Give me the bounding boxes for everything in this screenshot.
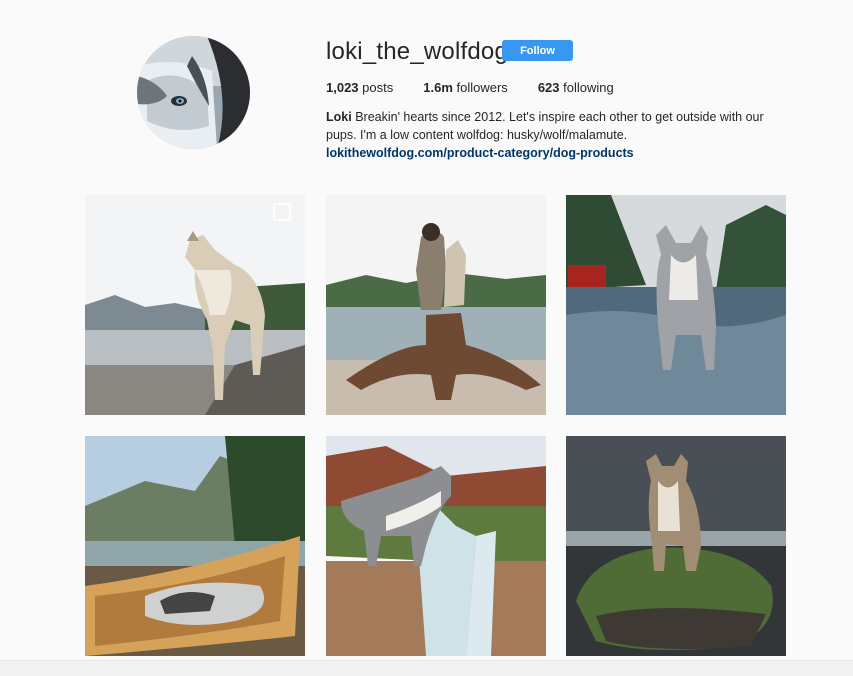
post-thumbnail[interactable]: [85, 436, 305, 656]
bio-text: Breakin' hearts since 2012. Let's inspir…: [326, 110, 764, 142]
profile-stats: 1,023 posts 1.6m followers 623 following: [326, 80, 644, 95]
bottom-bar: [0, 660, 853, 676]
following-label: following: [563, 80, 614, 95]
multiple-photos-icon: [273, 203, 291, 221]
post-thumbnail[interactable]: [326, 436, 546, 656]
post-thumbnail[interactable]: [326, 195, 546, 415]
profile-bio: Loki Breakin' hearts since 2012. Let's i…: [326, 108, 796, 162]
following-stat[interactable]: 623 following: [538, 80, 614, 95]
post-thumbnail[interactable]: [566, 195, 786, 415]
posts-stat: 1,023 posts: [326, 80, 393, 95]
followers-stat[interactable]: 1.6m followers: [423, 80, 508, 95]
bio-link[interactable]: lokithewolfdog.com/product-category/dog-…: [326, 144, 796, 162]
posts-label: posts: [362, 80, 394, 95]
followers-label: followers: [456, 80, 508, 95]
following-count: 623: [537, 80, 560, 95]
posts-count: 1,023: [326, 80, 359, 95]
username: loki_the_wolfdog: [326, 38, 508, 65]
post-thumbnail[interactable]: [566, 436, 786, 656]
profile-avatar[interactable]: [137, 36, 250, 149]
followers-count: 1.6m: [423, 80, 453, 95]
bio-name: Loki: [326, 110, 352, 124]
follow-button[interactable]: Follow: [502, 40, 573, 61]
post-thumbnail[interactable]: [85, 195, 305, 415]
